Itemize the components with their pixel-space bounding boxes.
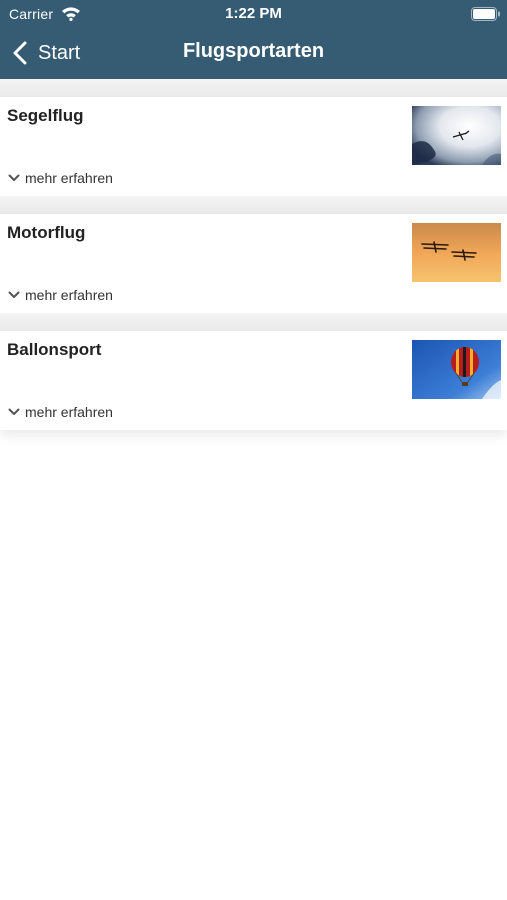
item-title: Motorflug: [7, 223, 86, 242]
item-title: Ballonsport: [7, 340, 102, 359]
list-item-motorflug[interactable]: Motorflug mehr erfahren: [0, 214, 507, 313]
list-item-segelflug[interactable]: Segelflug mehr erfahren: [0, 97, 507, 196]
more-info-link[interactable]: mehr erfahren: [8, 287, 113, 303]
page-title: Flugsportarten: [182, 40, 325, 62]
item-title: Segelflug: [7, 106, 84, 125]
glider-image[interactable]: [412, 106, 501, 165]
top-bar: Carrier 1:22 PM Start Flugsportarten: [0, 0, 507, 79]
status-bar: Carrier 1:22 PM: [0, 0, 507, 28]
chevron-down-icon: [8, 291, 20, 298]
list-item-ballonsport[interactable]: Ballonsport mehr erfahren: [0, 331, 507, 430]
more-info-link[interactable]: mehr erfahren: [8, 170, 113, 186]
biplanes-image[interactable]: [412, 223, 501, 282]
more-info-label: mehr erfahren: [25, 404, 113, 420]
list-separator: [0, 196, 507, 214]
battery-icon: [471, 7, 500, 21]
more-info-label: mehr erfahren: [25, 287, 113, 303]
list-separator: [0, 313, 507, 331]
sport-list: Segelflug mehr erfahren Motorflug mehr e…: [0, 79, 507, 900]
more-info-link[interactable]: mehr erfahren: [8, 404, 113, 420]
more-info-label: mehr erfahren: [25, 170, 113, 186]
list-separator: [0, 79, 507, 97]
chevron-down-icon: [8, 174, 20, 181]
status-time: 1:22 PM: [225, 5, 282, 22]
navigation-bar: Start Flugsportarten: [0, 28, 507, 79]
balloon-image[interactable]: [412, 340, 501, 399]
chevron-down-icon: [8, 408, 20, 415]
